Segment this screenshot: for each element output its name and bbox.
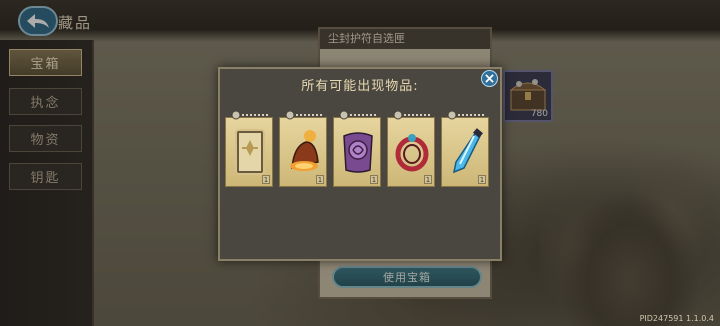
item-quantity: 1 [424,175,432,184]
item-card[interactable]: 1 [279,110,327,187]
modal-title: 所有可能出现物品: [301,79,419,94]
talisman-scroll-icon [343,132,373,173]
amulet-icon [395,134,429,172]
ice-dagger-icon [452,128,483,174]
bell-icon [290,130,319,171]
close-icon [485,74,494,83]
item-quantity: 1 [262,175,270,184]
item-card[interactable]: 1 [387,110,435,187]
card-decoration-icon [447,110,484,120]
item-card[interactable]: 1 [333,110,381,187]
card-decoration-icon [231,110,268,120]
tarot-card-icon [235,129,265,175]
card-decoration-icon [393,110,430,120]
possible-items-modal: 所有可能出现物品: 1 1 1 1 1 [218,67,502,261]
version-label: PID247591 1.1.0.4 [639,314,714,323]
item-quantity: 1 [370,175,378,184]
item-card[interactable]: 1 [225,110,273,187]
item-card[interactable]: 1 [441,110,489,187]
items-row: 1 1 1 1 1 [225,110,495,193]
item-quantity: 1 [316,175,324,184]
close-button[interactable] [481,70,498,87]
card-decoration-icon [339,110,376,120]
item-quantity: 1 [478,175,486,184]
card-decoration-icon [285,110,322,120]
